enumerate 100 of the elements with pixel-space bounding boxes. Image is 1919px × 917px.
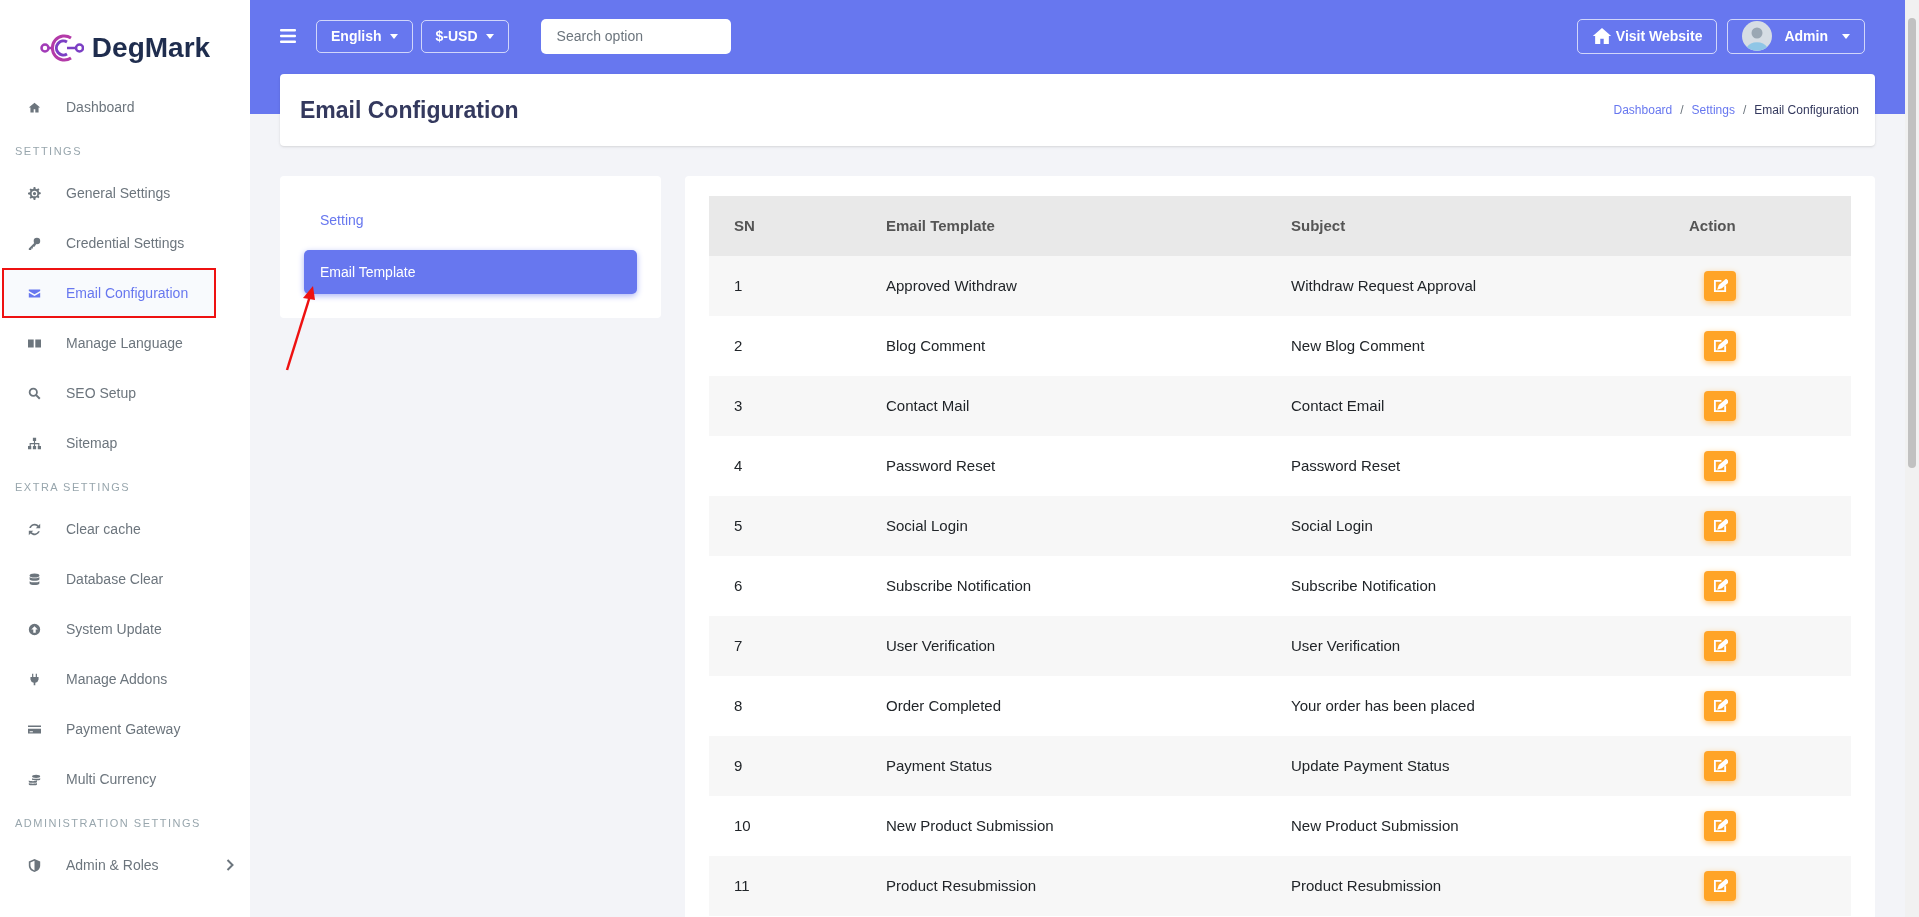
section-heading: ADMINISTRATION SETTINGS — [14, 815, 202, 831]
table-cell: 1 — [709, 256, 859, 316]
table-cell: New Product Submission — [1264, 796, 1664, 856]
upload-icon — [28, 622, 41, 636]
section-heading: EXTRA SETTINGS — [14, 479, 132, 495]
home-icon — [1591, 28, 1612, 44]
table-cell: 3 — [709, 376, 859, 436]
edit-button[interactable] — [1704, 631, 1736, 661]
edit-button[interactable] — [1704, 451, 1736, 481]
gear-icon — [28, 186, 41, 200]
table-cell: 9 — [709, 736, 859, 796]
sidebar-item[interactable]: Email Configuration — [2, 268, 216, 318]
table-cell: Product Resubmission — [859, 856, 1264, 916]
table-cell: Product Resubmission — [1264, 856, 1664, 916]
edit-button[interactable] — [1704, 871, 1736, 901]
sidebar-item[interactable]: Manage Language — [0, 318, 250, 368]
table-cell: Contact Mail — [859, 376, 1264, 436]
breadcrumb-separator: / — [1742, 102, 1747, 119]
edit-button[interactable] — [1704, 271, 1736, 301]
settings-menu-item[interactable]: Setting — [304, 198, 637, 242]
menu-icon[interactable] — [280, 29, 296, 43]
language-icon — [28, 336, 41, 350]
table-cell: Social Login — [1264, 496, 1664, 556]
table-cell: Password Reset — [859, 436, 1264, 496]
sidebar-item[interactable]: Manage Addons — [0, 654, 250, 704]
breadcrumb-link[interactable]: Settings — [1691, 101, 1735, 119]
table-cell: New Blog Comment — [1264, 316, 1664, 376]
table-cell: Social Login — [859, 496, 1264, 556]
key-icon — [28, 236, 41, 250]
column-header: Subject — [1264, 196, 1664, 256]
edit-icon — [1712, 399, 1728, 413]
caret-icon — [389, 33, 398, 39]
edit-button[interactable] — [1704, 811, 1736, 841]
sidebar-item[interactable]: Credential Settings — [0, 218, 250, 268]
edit-icon — [1712, 519, 1728, 533]
sidebar-item[interactable]: Payment Gateway — [0, 704, 250, 754]
table-cell: 6 — [709, 556, 859, 616]
table-cell: 5 — [709, 496, 859, 556]
visit-website-button[interactable]: Visit Website — [1576, 18, 1718, 54]
breadcrumb-link[interactable]: Dashboard — [1613, 101, 1673, 119]
table-cell: Approved Withdraw — [859, 256, 1264, 316]
table-cell: User Verification — [1264, 616, 1664, 676]
edit-button[interactable] — [1704, 571, 1736, 601]
database-icon — [28, 572, 41, 586]
language-dropdown[interactable]: English — [316, 19, 413, 53]
column-header: Email Template — [859, 196, 1264, 256]
table-cell: 2 — [709, 316, 859, 376]
breadcrumb-separator: / — [1680, 102, 1684, 119]
sidebar-item[interactable]: Admin & Roles — [0, 840, 250, 890]
sidebar-item[interactable]: Clear cache — [0, 504, 250, 554]
sidebar-item[interactable]: General Settings — [0, 168, 250, 218]
page-title: Email Configuration — [300, 95, 519, 125]
envelope-icon — [28, 286, 41, 300]
edit-button[interactable] — [1704, 751, 1736, 781]
table-cell: User Verification — [859, 616, 1264, 676]
sidebar-item[interactable]: SEO Setup — [0, 368, 250, 418]
edit-button[interactable] — [1704, 391, 1736, 421]
table-cell: Withdraw Request Approval — [1264, 256, 1664, 316]
avatar-icon — [1742, 21, 1773, 51]
sidebar-item[interactable]: Database Clear — [0, 554, 250, 604]
edit-button[interactable] — [1704, 331, 1736, 361]
user-menu-button[interactable]: Admin — [1727, 18, 1865, 54]
plug-icon — [28, 672, 41, 686]
table-cell: Payment Status — [859, 736, 1264, 796]
shield-icon — [28, 858, 41, 872]
currency-dropdown[interactable]: $-USD — [420, 19, 509, 53]
sidebar-item[interactable]: Dashboard — [0, 82, 250, 132]
table-cell: Update Payment Status — [1264, 736, 1664, 796]
table-cell: Order Completed — [859, 676, 1264, 736]
table-cell: New Product Submission — [859, 796, 1264, 856]
table-cell: Subscribe Notification — [1264, 556, 1664, 616]
sidebar-item[interactable]: System Update — [0, 604, 250, 654]
settings-menu-item[interactable]: Email Template — [304, 250, 637, 294]
edit-button[interactable] — [1704, 511, 1736, 541]
home-icon — [28, 100, 41, 114]
table-cell: Contact Email — [1264, 376, 1664, 436]
column-header: Action — [1664, 196, 1851, 256]
edit-icon — [1712, 639, 1728, 653]
caret-icon — [485, 33, 494, 39]
table-cell: Password Reset — [1264, 436, 1664, 496]
search-field[interactable]: Search option — [540, 18, 731, 54]
table-cell: Blog Comment — [859, 316, 1264, 376]
search-icon — [28, 386, 41, 400]
section-heading: SETTINGS — [14, 143, 83, 159]
edit-icon — [1712, 699, 1728, 713]
edit-icon — [1712, 459, 1728, 473]
edit-icon — [1712, 879, 1728, 893]
table-cell: Your order has been placed — [1264, 676, 1664, 736]
edit-icon — [1712, 819, 1728, 833]
caret-icon — [1842, 33, 1850, 39]
edit-button[interactable] — [1704, 691, 1736, 721]
table-cell: 7 — [709, 616, 859, 676]
sidebar-item[interactable]: Sitemap — [0, 418, 250, 468]
refresh-icon — [28, 522, 41, 536]
chevron-right-icon — [226, 859, 234, 871]
edit-icon — [1712, 279, 1728, 293]
table-cell: Subscribe Notification — [859, 556, 1264, 616]
column-header: SN — [709, 196, 859, 256]
sidebar-item[interactable]: Multi Currency — [0, 754, 250, 804]
table-cell: 11 — [709, 856, 859, 916]
